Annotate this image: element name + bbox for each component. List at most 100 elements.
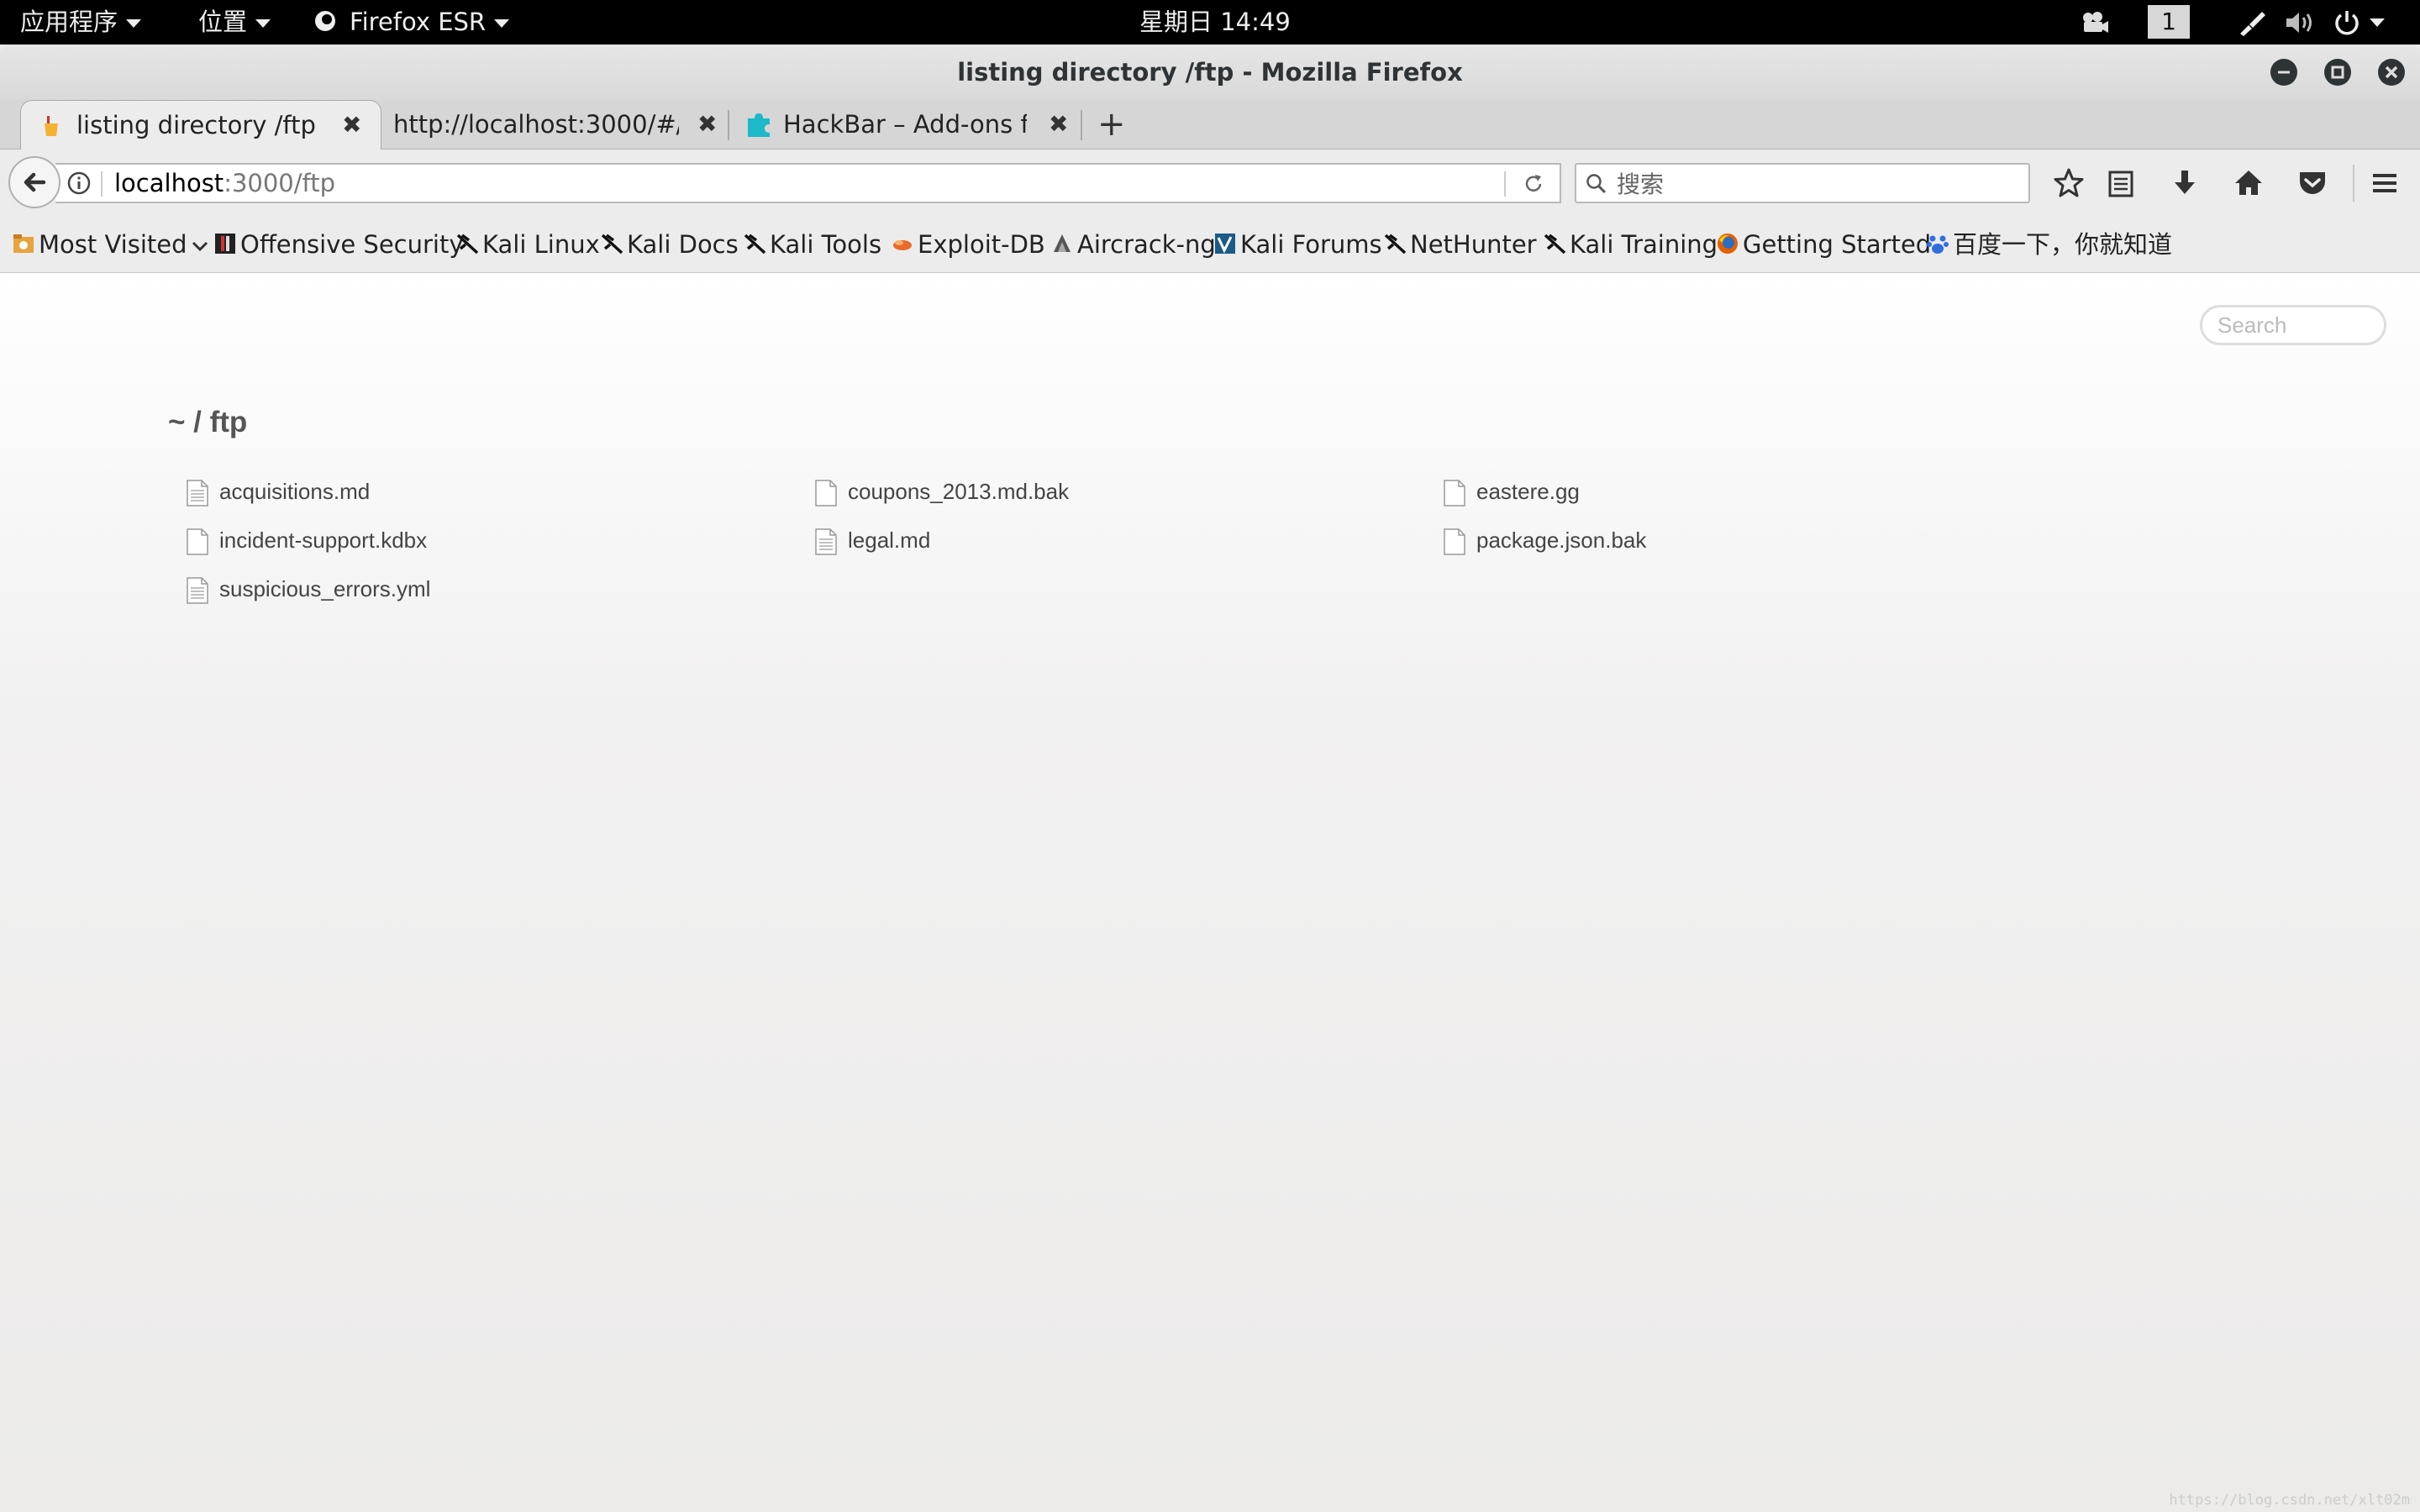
home-icon[interactable]	[2230, 165, 2267, 202]
file-name: acquisitions.md	[219, 479, 371, 504]
info-icon	[67, 171, 91, 195]
chevron-down-icon	[494, 19, 510, 28]
text-file-icon	[187, 577, 208, 604]
minimize-icon	[2278, 71, 2290, 74]
page-content: ~ / ftp acquisitions.md coupons_2013.md.…	[0, 273, 2420, 1512]
bookmarks-toolbar: Most Visited Offensive Security Kali Lin…	[0, 217, 2420, 273]
divider	[101, 171, 103, 197]
tab-separator	[728, 110, 729, 140]
chevron-down-icon	[255, 19, 271, 28]
blank-file-icon	[187, 528, 208, 555]
new-tab-button[interactable]: +	[1097, 100, 1131, 149]
volume-icon[interactable]	[2284, 10, 2317, 35]
aircrack-icon	[1054, 234, 1071, 252]
file-name: coupons_2013.md.bak	[848, 479, 1070, 504]
back-button[interactable]	[8, 156, 60, 208]
bookmark-kali-docs[interactable]: Kali Docs	[600, 217, 739, 272]
video-camera-icon[interactable]	[2081, 10, 2109, 35]
window-title: listing directory /ftp - Mozilla Firefox	[957, 58, 1463, 87]
folder-icon	[13, 234, 34, 253]
text-file-icon	[187, 480, 208, 507]
kali-dragon-icon	[456, 234, 479, 255]
file-name: eastere.gg	[1476, 479, 1580, 504]
hamburger-menu-icon[interactable]	[2366, 165, 2403, 202]
places-menu[interactable]: 位置	[198, 0, 271, 45]
bookmark-most-visited[interactable]: Most Visited	[12, 217, 209, 272]
tab-strip: listing directory /ftp ✖ http://localhos…	[0, 100, 2420, 150]
tab-label: listing directory /ftp	[76, 111, 316, 139]
file-name: package.json.bak	[1476, 528, 1647, 553]
offensive-security-icon	[215, 234, 235, 254]
pocket-icon[interactable]	[2294, 165, 2331, 202]
bookmark-offensive-security[interactable]: Offensive Security	[213, 217, 464, 272]
minimize-button[interactable]	[2270, 59, 2297, 86]
file-name: suspicious_errors.yml	[219, 576, 431, 601]
window-title-bar[interactable]: listing directory /ftp - Mozilla Firefox	[0, 45, 2420, 100]
bookmark-star-icon[interactable]	[2050, 165, 2087, 202]
chevron-down-icon	[192, 241, 208, 252]
bookmark-nethunter[interactable]: NetHunter	[1383, 217, 1537, 272]
file-name: legal.md	[848, 528, 931, 553]
reading-list-icon[interactable]	[2102, 165, 2139, 202]
tab-separator	[1081, 110, 1082, 140]
firefox-icon	[1718, 234, 1738, 254]
tab-label: http://localhost:3000/#/s...	[393, 110, 679, 139]
app-menu[interactable]: Firefox ESR	[314, 0, 510, 45]
chevron-down-icon	[126, 19, 142, 28]
tab-listing-directory[interactable]: listing directory /ftp ✖	[20, 100, 381, 150]
reload-icon[interactable]	[1521, 171, 1546, 197]
baidu-paw-icon	[1927, 235, 1949, 254]
tab-label: HackBar – Add-ons fo...	[783, 110, 1027, 139]
pen-tool-icon[interactable]	[2237, 8, 2267, 37]
blank-file-icon	[1444, 528, 1465, 555]
bookmark-getting-started[interactable]: Getting Started	[1716, 217, 1931, 272]
maximize-button[interactable]	[2324, 59, 2351, 86]
divider	[1504, 171, 1506, 197]
puzzle-piece-icon	[748, 113, 770, 137]
bookmark-kali-forums[interactable]: Kali Forums	[1213, 217, 1382, 272]
bookmark-exploit-db[interactable]: Exploit-DB	[891, 217, 1045, 272]
tab-hackbar[interactable]: HackBar – Add-ons fo... ✖	[743, 100, 1071, 149]
close-icon	[2385, 66, 2398, 79]
bookmark-kali-tools[interactable]: Kali Tools	[743, 217, 881, 272]
divider	[2353, 165, 2354, 202]
watermark: https://blog.csdn.net/xlt02m	[2169, 1492, 2410, 1509]
kali-dragon-icon	[601, 234, 623, 255]
close-window-button[interactable]	[2378, 59, 2405, 86]
power-icon[interactable]	[2333, 8, 2361, 37]
juice-shop-favicon-icon	[45, 116, 58, 136]
kali-dragon-icon	[1544, 234, 1566, 255]
download-icon[interactable]	[2166, 165, 2203, 202]
search-icon	[1586, 174, 1607, 194]
firefox-icon	[315, 11, 335, 31]
chevron-down-icon[interactable]	[2370, 18, 2385, 27]
search-input[interactable]	[1615, 166, 2022, 202]
close-tab-icon[interactable]: ✖	[697, 100, 717, 149]
search-bar[interactable]	[1575, 163, 2030, 203]
applications-menu[interactable]: 应用程序	[20, 0, 142, 45]
file-search-input[interactable]	[2200, 305, 2386, 345]
blank-file-icon	[815, 480, 837, 507]
navigation-toolbar: localhost:3000/ftp	[0, 150, 2420, 217]
url-text[interactable]: localhost:3000/ftp	[114, 165, 335, 202]
bookmark-baidu[interactable]: 百度一下，你就知道	[1926, 217, 2172, 272]
bookmark-kali-training[interactable]: Kali Training	[1543, 217, 1718, 272]
maximize-icon	[2331, 66, 2344, 79]
exploit-db-icon	[893, 240, 912, 250]
text-file-icon	[815, 528, 837, 555]
close-tab-icon[interactable]: ✖	[1049, 100, 1068, 149]
close-tab-icon[interactable]: ✖	[342, 101, 361, 150]
arrow-left-icon	[24, 172, 46, 192]
tab-localhost[interactable]: http://localhost:3000/#/s... ✖	[392, 100, 724, 149]
clock[interactable]: 星期日 14:49	[1139, 0, 1291, 45]
gnome-top-bar: 应用程序 位置 Firefox ESR 星期日 14:49 1	[0, 0, 2420, 45]
file-name: incident-support.kdbx	[219, 528, 428, 553]
bookmark-kali-linux[interactable]: Kali Linux	[455, 217, 600, 272]
kali-dragon-icon	[744, 234, 766, 255]
bookmark-aircrack-ng[interactable]: Aircrack-ng	[1050, 217, 1216, 272]
kali-dragon-icon	[1384, 234, 1407, 255]
blank-file-icon	[1444, 480, 1465, 507]
url-bar[interactable]: localhost:3000/ftp	[55, 163, 1561, 203]
breadcrumb: ~ / ftp	[168, 406, 248, 438]
workspace-indicator[interactable]: 1	[2148, 5, 2190, 39]
